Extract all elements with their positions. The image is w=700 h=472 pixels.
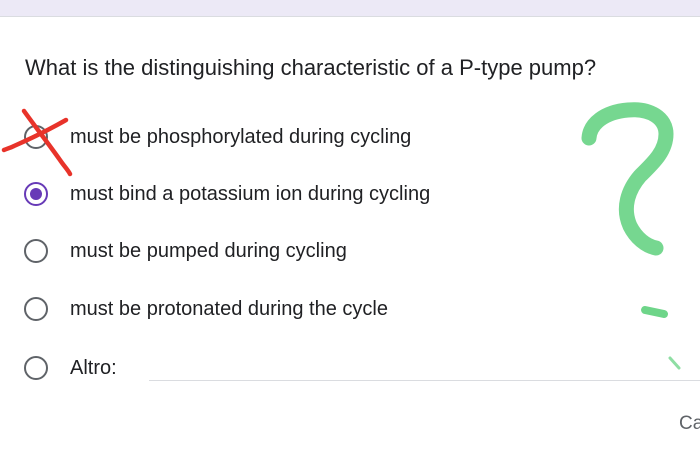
option-label: must be protonated during the cycle bbox=[70, 297, 388, 320]
radio-button[interactable] bbox=[24, 125, 48, 149]
question-title: What is the distinguishing characteristi… bbox=[25, 55, 597, 80]
radio-button[interactable] bbox=[24, 239, 48, 263]
top-header-band bbox=[0, 0, 700, 17]
option-protonated[interactable]: must be protonated during the cycle bbox=[24, 291, 388, 327]
option-potassium[interactable]: must bind a potassium ion during cycling bbox=[24, 176, 430, 212]
other-text-input[interactable] bbox=[149, 380, 700, 381]
option-label: must be phosphorylated during cycling bbox=[70, 125, 412, 148]
option-label: must be pumped during cycling bbox=[70, 239, 347, 262]
option-other[interactable]: Altro: bbox=[24, 350, 117, 386]
radio-button[interactable] bbox=[24, 297, 48, 321]
option-phosphorylated[interactable]: must be phosphorylated during cycling bbox=[24, 119, 411, 155]
option-pumped[interactable]: must be pumped during cycling bbox=[24, 233, 347, 269]
option-label: must bind a potassium ion during cycling bbox=[70, 182, 431, 205]
cancel-button[interactable]: Ca bbox=[679, 413, 700, 435]
radio-button-selected[interactable] bbox=[24, 182, 48, 206]
radio-button[interactable] bbox=[24, 356, 48, 380]
other-option-label: Altro: bbox=[70, 356, 117, 379]
